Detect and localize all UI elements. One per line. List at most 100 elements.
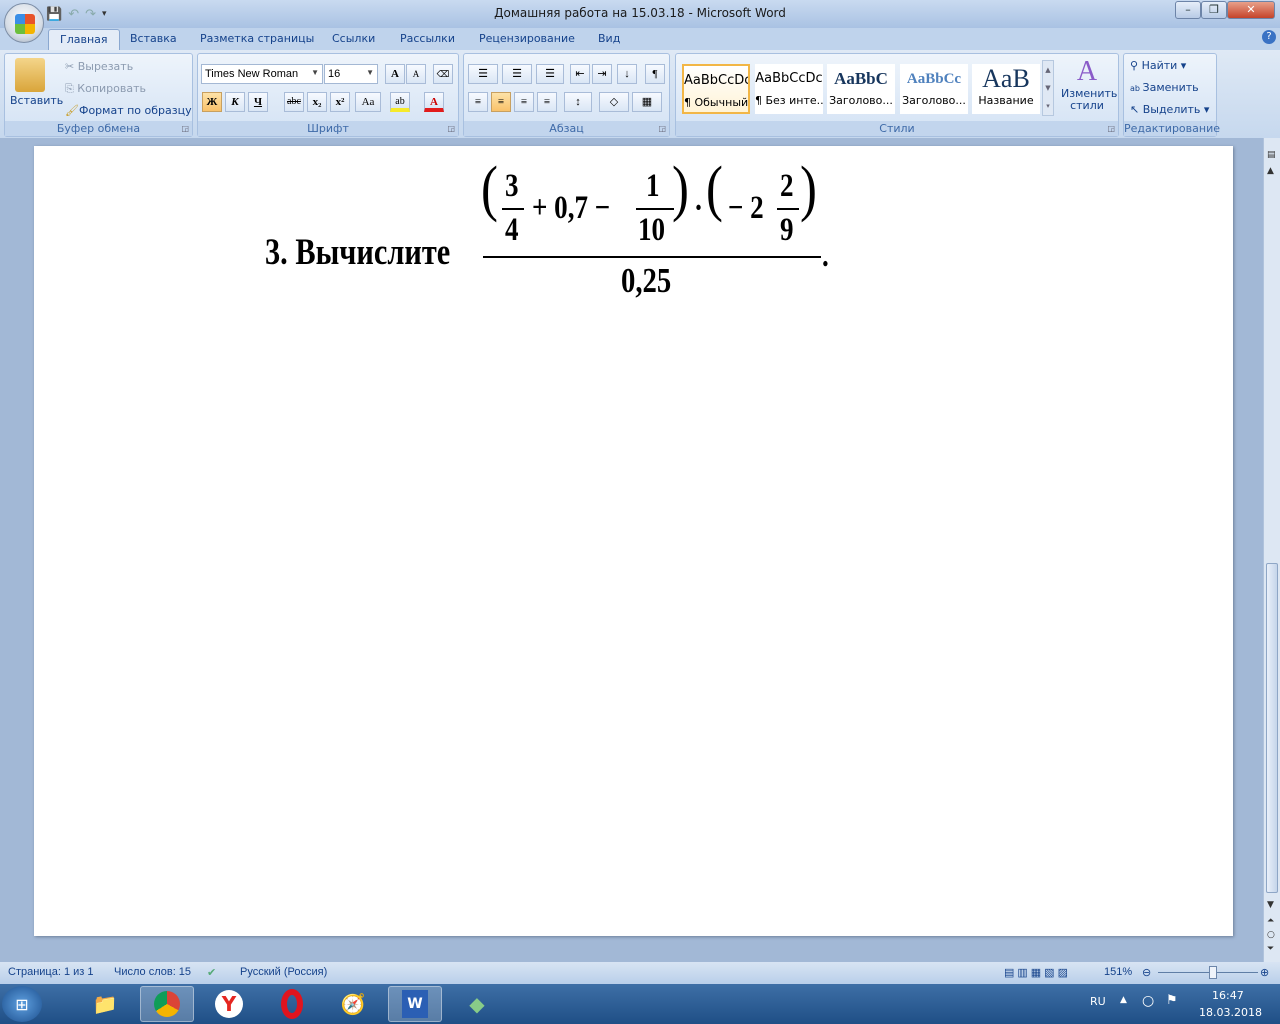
word-count[interactable]: Число слов: 15 [114, 966, 191, 978]
chrome-icon[interactable] [140, 986, 194, 1022]
yandex-icon[interactable]: Y [202, 986, 256, 1022]
next-page-icon[interactable]: ⏷ [1267, 944, 1274, 954]
dialog-launcher-icon[interactable]: ◲ [1107, 124, 1115, 133]
align-right-icon[interactable]: ≡ [514, 92, 534, 112]
zoom-slider-thumb[interactable] [1209, 966, 1217, 979]
italic-button[interactable]: К [225, 92, 245, 112]
numbering-icon[interactable]: ☰ [502, 64, 532, 84]
start-button[interactable]: ⊞ [2, 986, 42, 1022]
tab-home[interactable]: Главная [48, 29, 120, 51]
language[interactable]: Русский (Россия) [240, 966, 327, 978]
document-page[interactable]: 3. Вычислите ( 3 4 + 0,7 − 1 10 ) · ( − … [34, 146, 1233, 936]
decrease-indent-icon[interactable]: ⇤ [570, 64, 590, 84]
style-no-spacing[interactable]: AaBbCcDc ¶ Без инте... [755, 64, 823, 114]
bullets-icon[interactable]: ☰ [468, 64, 498, 84]
borders-icon[interactable]: ▦ [632, 92, 662, 112]
app-icon[interactable]: ◆ [450, 986, 504, 1022]
redo-icon[interactable]: ↷ [85, 7, 96, 22]
proofing-icon[interactable]: ✔ [207, 966, 216, 979]
help-icon[interactable]: ? [1262, 30, 1276, 44]
bold-button[interactable]: Ж [202, 92, 222, 112]
zoom-slider[interactable] [1158, 972, 1258, 973]
previous-page-icon[interactable]: ⏶ [1267, 916, 1274, 926]
select-button[interactable]: ↖ Выделить ▾ [1130, 103, 1209, 116]
customize-qat-icon[interactable]: ▾ [102, 9, 107, 19]
ruler-toggle-icon[interactable]: ▤ [1267, 150, 1276, 160]
tab-view[interactable]: Вид [598, 32, 620, 45]
language-indicator[interactable]: RU [1090, 995, 1106, 1008]
view-buttons[interactable]: ▤▥▦▧▨ [1004, 966, 1071, 979]
dialog-launcher-icon[interactable]: ◲ [181, 124, 189, 133]
dialog-launcher-icon[interactable]: ◲ [658, 124, 666, 133]
style-heading-1[interactable]: AaBbC Заголово... [827, 64, 895, 114]
dialog-launcher-icon[interactable]: ◲ [447, 124, 455, 133]
scrollbar-thumb[interactable] [1266, 563, 1278, 893]
tab-page-layout[interactable]: Разметка страницы [200, 32, 314, 45]
shrink-font-button[interactable]: A [406, 64, 426, 84]
font-color-button[interactable]: A [424, 92, 444, 112]
word-icon[interactable]: W [388, 986, 442, 1022]
change-case-button[interactable]: Aa [355, 92, 381, 112]
align-left-icon[interactable]: ≡ [468, 92, 488, 112]
align-center-icon[interactable]: ≡ [491, 92, 511, 112]
format-painter-button[interactable]: 🖌Формат по образцу [65, 104, 192, 117]
font-size-select[interactable]: 16 ▼ [324, 64, 378, 84]
action-center-flag-icon[interactable]: ⚑ [1166, 993, 1178, 1008]
undo-icon[interactable]: ↶ [68, 7, 79, 22]
zoom-out-icon[interactable]: ⊖ [1142, 966, 1151, 979]
paste-icon[interactable] [15, 58, 45, 92]
tab-review[interactable]: Рецензирование [479, 32, 575, 45]
show-hidden-icons[interactable]: ▲ [1120, 995, 1127, 1005]
style-heading-2[interactable]: AaBbCc Заголово... [900, 64, 968, 114]
highlight-button[interactable]: ab [390, 92, 410, 112]
select-browse-object-icon[interactable]: ○ [1267, 930, 1275, 940]
copy-button[interactable]: ⎘ Копировать [65, 82, 146, 96]
tab-references[interactable]: Ссылки [332, 32, 375, 45]
clear-formatting-icon[interactable]: ⌫ [433, 64, 453, 84]
replace-button[interactable]: ab Заменить [1130, 81, 1199, 94]
explorer-icon[interactable]: 📁 [78, 986, 132, 1022]
paste-button[interactable]: Вставить [10, 94, 63, 107]
restore-button[interactable]: ❐ [1201, 1, 1227, 19]
styles-scroll[interactable]: ▲ ▼ ▾ [1042, 60, 1054, 116]
cut-button[interactable]: ✂ Вырезать [65, 60, 133, 73]
page-count[interactable]: Страница: 1 из 1 [8, 966, 94, 978]
font-name-select[interactable]: Times New Roman ▼ [201, 64, 323, 84]
scroll-down-icon[interactable]: ▼ [1267, 900, 1274, 910]
network-icon[interactable]: ○ [1142, 993, 1154, 1009]
save-icon[interactable]: 💾 [46, 7, 62, 22]
change-styles-button[interactable]: A Изменить стили [1061, 56, 1117, 112]
find-button[interactable]: ⚲ Найти ▾ [1130, 59, 1186, 72]
tab-insert[interactable]: Вставка [130, 32, 177, 45]
vertical-scrollbar[interactable]: ▤ ▲ ▼ ⏶ ○ ⏷ [1263, 138, 1280, 962]
subscript-button[interactable]: x₂ [307, 92, 327, 112]
clock-time[interactable]: 16:47 [1212, 989, 1244, 1002]
line-spacing-icon[interactable]: ↕ [564, 92, 592, 112]
shading-icon[interactable]: ◇ [599, 92, 629, 112]
editing-label: Редактирование [1124, 121, 1220, 136]
increase-indent-icon[interactable]: ⇥ [592, 64, 612, 84]
zoom-level[interactable]: 151% [1104, 966, 1132, 978]
replace-label: Заменить [1142, 81, 1199, 94]
grow-font-button[interactable]: A [385, 64, 405, 84]
styles-icon: A [1076, 56, 1098, 87]
underline-button[interactable]: Ч [248, 92, 268, 112]
opera-icon[interactable] [265, 986, 319, 1022]
minimize-button[interactable]: – [1175, 1, 1201, 19]
sort-icon[interactable]: ↓ [617, 64, 637, 84]
close-button[interactable]: ✕ [1227, 1, 1275, 19]
superscript-button[interactable]: x² [330, 92, 350, 112]
show-marks-button[interactable]: ¶ [645, 64, 665, 84]
style-normal[interactable]: AaBbCcDc ¶ Обычный [682, 64, 750, 114]
safari-icon[interactable]: 🧭 [326, 986, 380, 1022]
justify-icon[interactable]: ≡ [537, 92, 557, 112]
clock-date[interactable]: 18.03.2018 [1199, 1006, 1262, 1019]
tab-mailings[interactable]: Рассылки [400, 32, 455, 45]
chevron-down-icon: ▼ [366, 68, 374, 77]
strikethrough-button[interactable]: abc [284, 92, 304, 112]
multilevel-list-icon[interactable]: ☰ [536, 64, 564, 84]
office-button[interactable] [4, 3, 44, 43]
zoom-in-icon[interactable]: ⊕ [1260, 966, 1269, 979]
style-title[interactable]: AaB Название [972, 64, 1040, 114]
scroll-up-icon[interactable]: ▲ [1267, 166, 1274, 176]
